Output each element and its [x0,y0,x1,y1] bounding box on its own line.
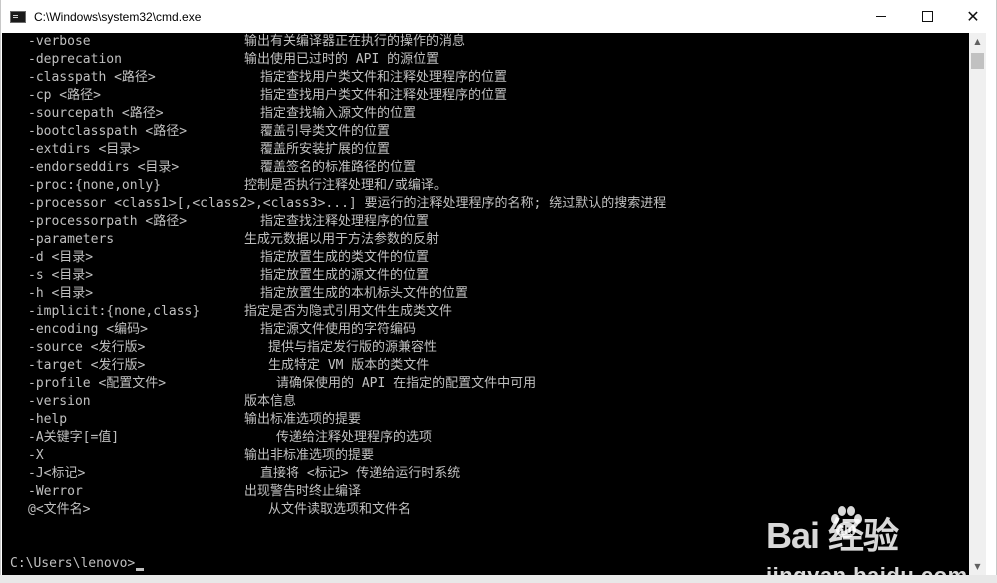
option-description: 输出非标准选项的提要 [244,448,375,463]
option-description: 覆盖签名的标准路径的位置 [260,160,417,175]
watermark-url: jingyan.baidu.com [766,563,968,575]
option-description: 传递给注释处理程序的选项 [276,430,433,445]
option-text: -h <目录> [28,286,94,301]
option-description: 指定源文件使用的字符编码 [260,322,417,337]
window-controls: ✕ [858,0,996,33]
option-text: -version [28,394,91,409]
option-text: -J<标记> [28,466,86,481]
console-output[interactable]: -verbose 输出有关编译器正在执行的操作的消息 -deprecation 输出使… [2,33,969,575]
option-description: 指定放置生成的本机标头文件的位置 [260,286,469,301]
prompt-text: C:\Users\lenovo> [10,556,136,571]
option-description: 直接将 <标记> 传递给运行时系统 [260,466,461,481]
option-text: -help [28,412,68,427]
option-text: -bootclasspath <路径> [28,124,188,139]
option-description: 生成元数据以用于方法参数的反射 [244,232,440,247]
option-description: 指定查找用户类文件和注释处理程序的位置 [260,88,508,103]
option-description: 提供与指定发行版的源兼容性 [268,340,438,355]
option-description: 出现警告时终止编译 [244,484,362,499]
option-description: 请确保使用的 API 在指定的配置文件中可用 [276,376,537,391]
baidu-watermark: du Bai 经验 jingyan.baidu.com [766,506,967,575]
scroll-thumb[interactable] [971,53,984,69]
text-cursor [136,568,145,571]
option-text: -endorseddirs <目录> [28,160,180,175]
option-description: 输出使用已过时的 API 的源位置 [244,52,440,67]
vertical-scrollbar[interactable]: ▲ ▼ [969,33,986,575]
option-description: 指定放置生成的类文件的位置 [260,250,430,265]
option-description: 指定查找注释处理程序的位置 [260,214,430,229]
scroll-up-arrow-icon[interactable]: ▲ [969,33,986,50]
option-text: -deprecation [28,52,122,67]
cmd-app-icon[interactable] [10,10,26,23]
option-description: 控制是否执行注释处理和/或编译。 [244,178,447,193]
option-text: -s <目录> [28,268,94,283]
watermark-logo: Bai 经验 [766,515,899,556]
option-description: 输出有关编译器正在执行的操作的消息 [244,34,466,49]
option-description: 指定是否为隐式引用文件生成类文件 [244,304,453,319]
option-text: -extdirs <目录> [28,142,141,157]
taskbar-edge [0,575,997,583]
minimize-icon [876,16,886,17]
maximize-icon [921,11,933,22]
option-text: -verbose [28,34,91,49]
option-text: -d <目录> [28,250,94,265]
option-text: -cp <路径> [28,88,101,103]
option-text: -Werror [28,484,83,499]
option-text: -parameters [28,232,115,247]
option-text: -encoding <编码> [28,322,148,337]
close-button[interactable]: ✕ [950,0,996,33]
option-text: @<文件名> [28,502,91,517]
option-description: 覆盖引导类文件的位置 [260,124,391,139]
option-description: 指定查找输入源文件的位置 [260,106,417,121]
title-bar[interactable]: C:\Windows\system32\cmd.exe ✕ [1,0,996,33]
baidu-paw-icon: du [831,506,862,538]
option-description: 版本信息 [244,394,297,409]
option-text: -target <发行版> [28,358,146,373]
option-text: -X [28,448,44,463]
option-description: 输出标准选项的提要 [244,412,362,427]
window-title: C:\Windows\system32\cmd.exe [34,9,202,24]
maximize-button[interactable] [904,0,950,33]
option-description: 指定查找用户类文件和注释处理程序的位置 [260,70,508,85]
minimize-button[interactable] [858,0,904,33]
option-text: -proc:{none,only} [28,178,162,193]
prompt-line[interactable]: C:\Users\lenovo> [10,555,145,573]
option-text: -source <发行版> [28,340,146,355]
close-icon: ✕ [966,6,980,26]
option-text: -classpath <路径> [28,70,156,85]
option-text: -processor <class1>[,<class2>,<class3>..… [28,196,667,211]
option-text: -profile <配置文件> [28,376,167,391]
svg-text:du: du [839,523,854,537]
cmd-window: C:\Windows\system32\cmd.exe ✕ -verbose 输出… [0,0,997,583]
option-description: 从文件读取选项和文件名 [268,502,412,517]
option-text: -implicit:{none,class} [28,304,201,319]
option-text: -processorpath <路径> [28,214,188,229]
option-description: 指定放置生成的源文件的位置 [260,268,430,283]
scroll-down-arrow-icon[interactable]: ▼ [969,558,986,575]
option-description: 生成特定 VM 版本的类文件 [268,358,430,373]
option-text: -A关键字[=值] [28,430,120,445]
option-description: 覆盖所安装扩展的位置 [260,142,391,157]
option-text: -sourcepath <路径> [28,106,164,121]
